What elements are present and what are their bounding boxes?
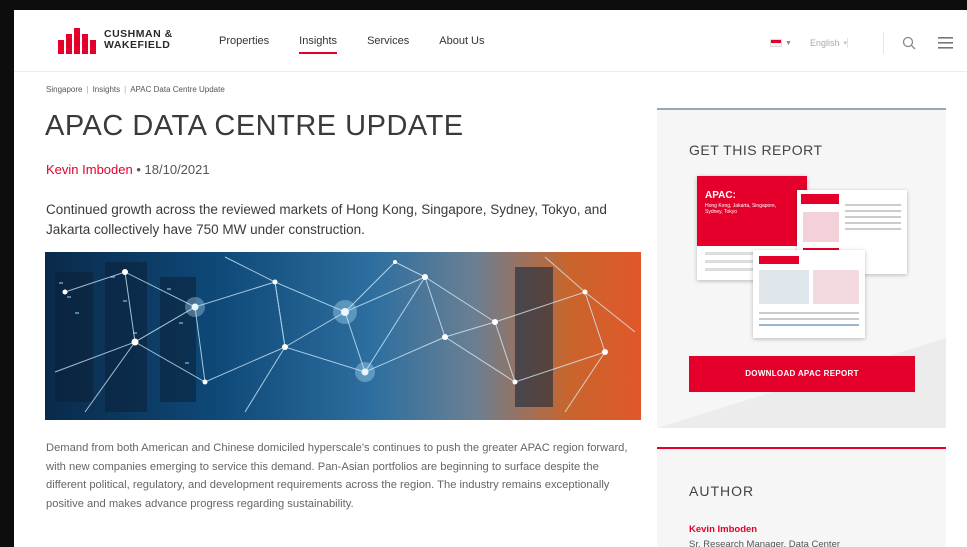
flag-icon[interactable]: [770, 39, 783, 47]
author-heading: AUTHOR: [689, 483, 755, 499]
page-title: APAC DATA CENTRE UPDATE: [45, 110, 464, 142]
menu-icon[interactable]: [938, 37, 953, 49]
site-header: CUSHMAN & WAKEFIELD Properties Insights …: [14, 10, 967, 72]
breadcrumb-item-current: APAC Data Centre Update: [130, 85, 225, 94]
author-card-role: Sr. Research Manager, Data Center: [689, 539, 841, 547]
header-divider: [883, 32, 884, 54]
nav-item-services[interactable]: Services: [367, 35, 409, 47]
nav-item-about-us[interactable]: About Us: [439, 35, 484, 47]
publish-date: 18/10/2021: [144, 162, 210, 177]
hero-image: [45, 252, 641, 420]
breadcrumb: Singapore | Insights | APAC Data Centre Upda…: [46, 85, 225, 94]
nav-item-properties[interactable]: Properties: [219, 35, 269, 47]
search-icon[interactable]: [902, 36, 916, 50]
report-table-thumbnail[interactable]: [753, 250, 865, 338]
brand-logo[interactable]: CUSHMAN & WAKEFIELD: [58, 26, 173, 54]
article-byline: Kevin Imboden • 18/10/2021: [46, 162, 210, 177]
browser-page: CUSHMAN & WAKEFIELD Properties Insights …: [14, 10, 967, 547]
byline-separator: •: [136, 162, 145, 177]
network-illustration: [54, 256, 636, 413]
logo-icon: [58, 26, 98, 54]
author-card: AUTHOR Kevin Imboden Sr. Research Manage…: [657, 447, 946, 547]
language-chevron-icon: ▾: [843, 40, 847, 47]
breadcrumb-separator: |: [86, 85, 89, 94]
breadcrumb-item-insights[interactable]: Insights: [93, 85, 121, 94]
report-cover-subtitle: Hong Kong, Jakarta, Singapore, Sydney, T…: [705, 203, 777, 215]
nav-item-insights[interactable]: Insights: [299, 35, 337, 54]
chevron-down-icon: ▼: [785, 39, 792, 47]
author-card-name[interactable]: Kevin Imboden: [689, 524, 757, 535]
header-utilities: ▼ English ▾: [770, 32, 953, 54]
breadcrumb-item-singapore[interactable]: Singapore: [46, 85, 82, 94]
article-lead: Continued growth across the reviewed mar…: [46, 202, 607, 237]
logo-line-2: WAKEFIELD: [104, 39, 171, 51]
logo-wordmark: CUSHMAN & WAKEFIELD: [104, 29, 173, 51]
report-heading: GET THIS REPORT: [689, 142, 823, 158]
main-nav: Properties Insights Services About Us: [219, 35, 515, 54]
download-report-button[interactable]: DOWNLOAD APAC REPORT: [689, 356, 915, 392]
report-card: GET THIS REPORT APAC: Hong Kong, Jakarta…: [657, 108, 946, 428]
breadcrumb-separator: |: [124, 85, 127, 94]
report-cover-title: APAC:: [705, 190, 736, 201]
article-body: Demand from both American and Chinese do…: [46, 442, 628, 510]
author-link[interactable]: Kevin Imboden: [46, 162, 133, 177]
